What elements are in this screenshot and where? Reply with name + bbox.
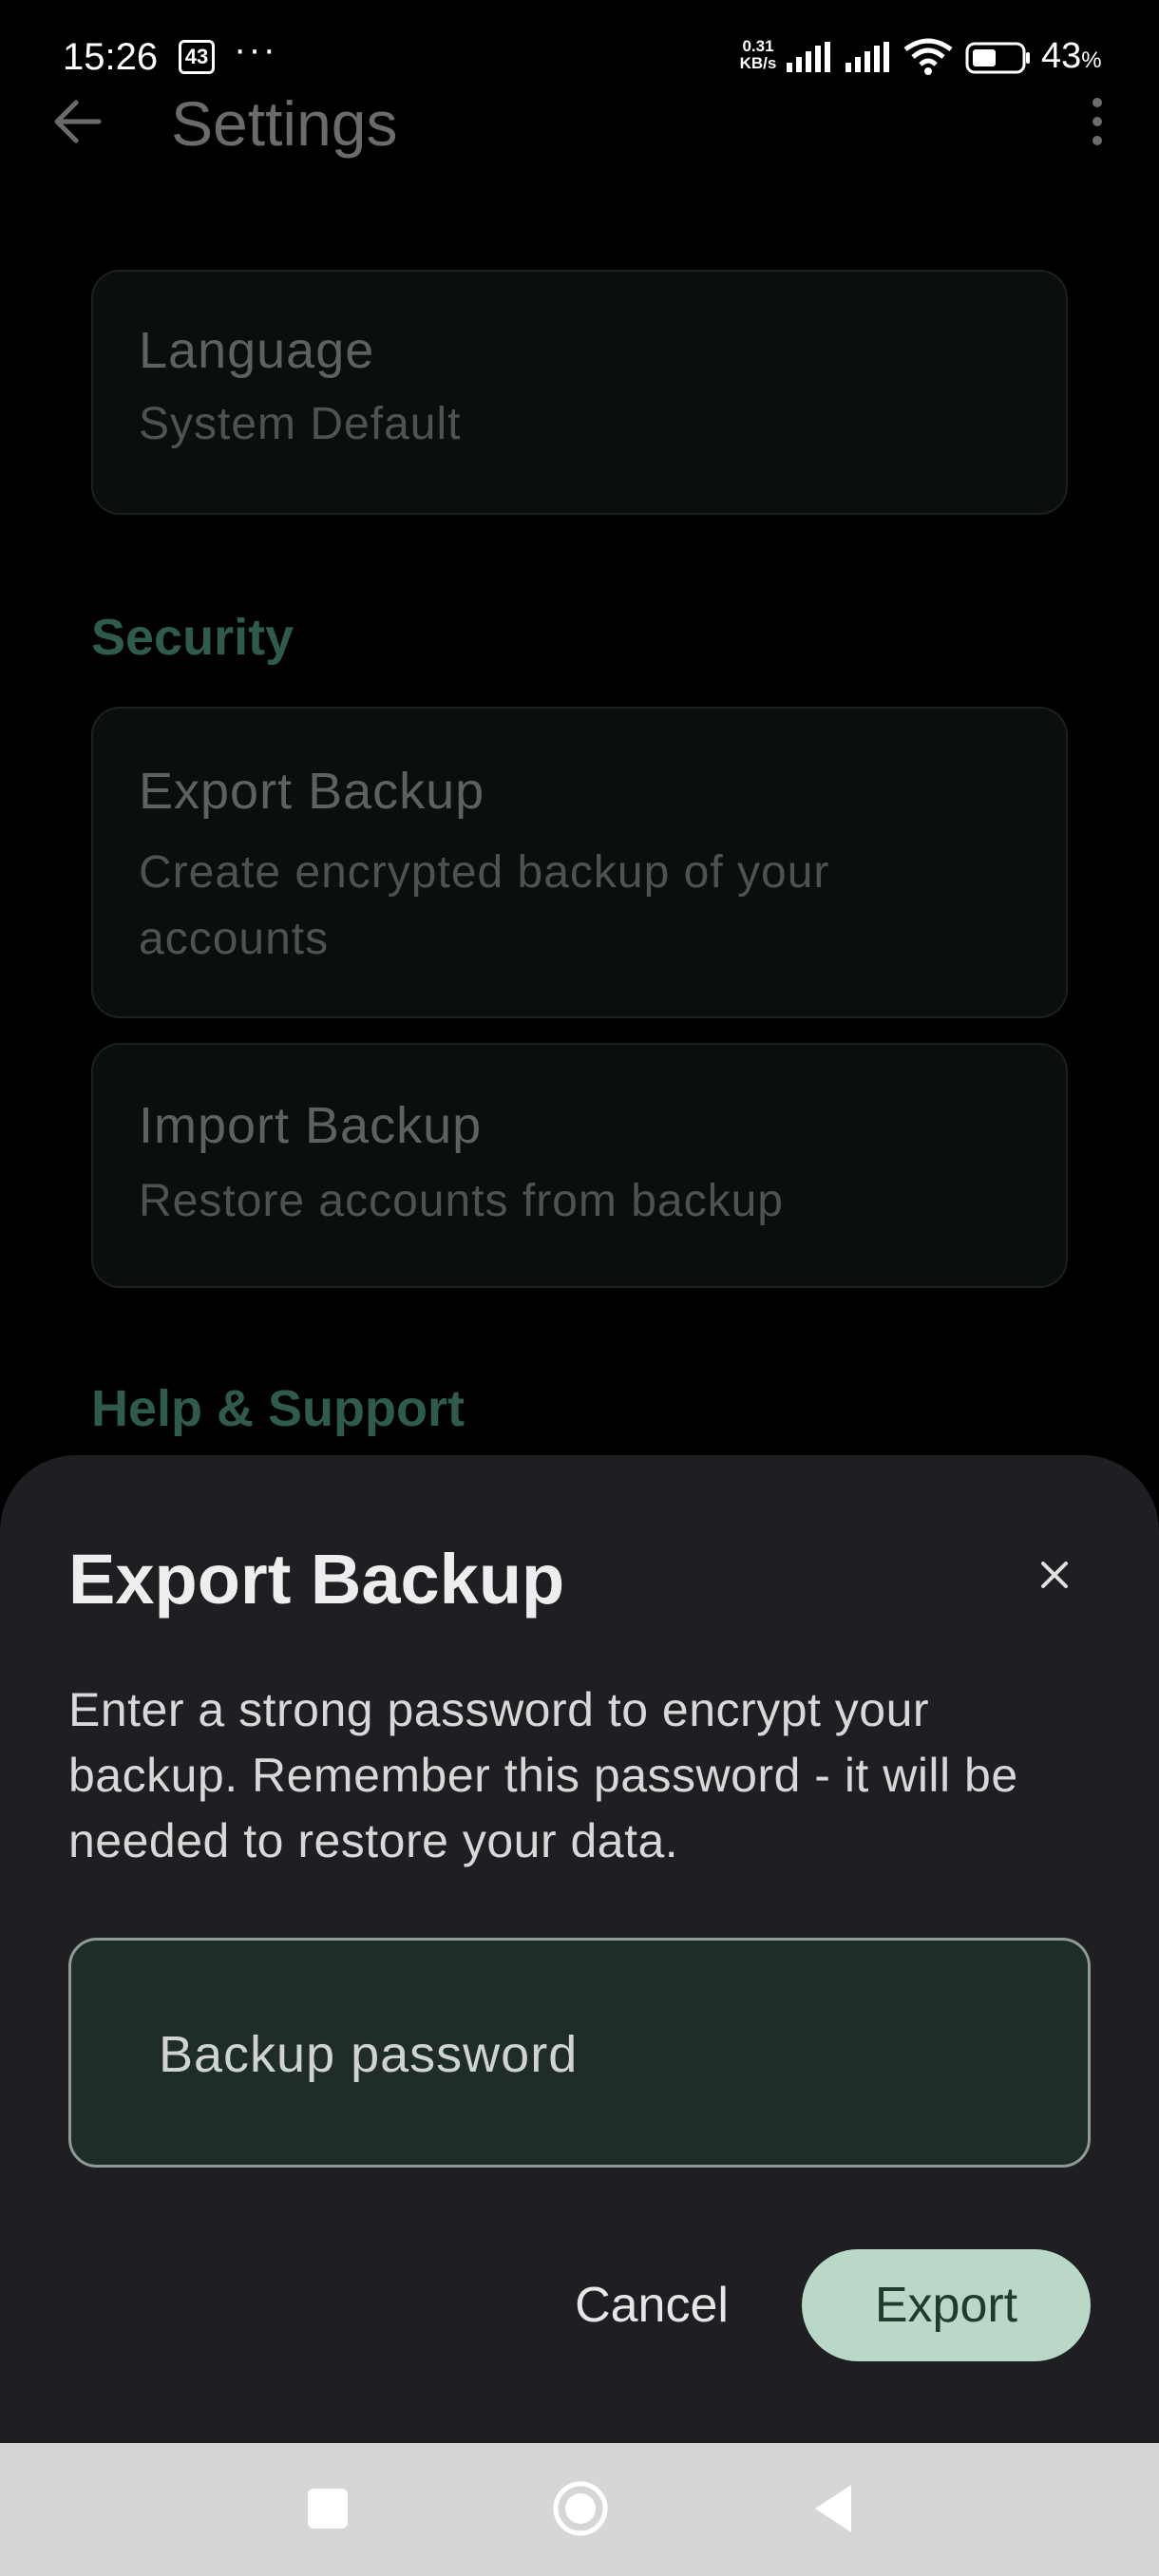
export-backup-title: Export Backup (139, 763, 485, 820)
help-support-section-header: Help & Support (91, 1380, 465, 1437)
security-section-header: Security (91, 609, 294, 666)
password-field[interactable] (68, 1938, 1091, 2168)
language-value: System Default (139, 399, 462, 449)
back-triangle-icon[interactable] (809, 2481, 855, 2536)
recents-icon[interactable] (308, 2489, 348, 2529)
dialog-description: Enter a strong password to encrypt your … (68, 1683, 1018, 1867)
backup-password-input[interactable] (159, 2007, 1014, 2102)
import-backup-subtitle: Restore accounts from backup (139, 1176, 784, 1226)
dialog-title: Export Backup (68, 1540, 565, 1619)
arrow-left-icon[interactable] (48, 91, 108, 152)
language-setting[interactable]: Language System Default (91, 270, 1068, 515)
language-title: Language (139, 322, 375, 379)
page-title: Settings (171, 88, 398, 159)
import-backup-title: Import Backup (139, 1097, 483, 1154)
screen: 15:26 43 ··· 0.31 KB/s 43% Settings Lang… (0, 0, 1159, 2576)
import-backup-setting[interactable]: Import Backup Restore accounts from back… (91, 1043, 1068, 1288)
export-backup-setting[interactable]: Export Backup Create encrypted backup of… (91, 707, 1068, 1018)
close-icon[interactable] (1026, 1546, 1083, 1603)
export-backup-subtitle: Create encrypted backup of your accounts (139, 847, 830, 964)
export-button[interactable]: Export (802, 2249, 1091, 2361)
settings-page: Settings Language System Default Securit… (0, 0, 1159, 1463)
export-backup-sheet: Export Backup Enter a strong password to… (0, 1455, 1159, 2443)
more-vert-icon[interactable] (1074, 91, 1121, 152)
home-icon[interactable] (551, 2479, 610, 2538)
cancel-button[interactable]: Cancel (547, 2249, 756, 2361)
navigation-bar (0, 2443, 1159, 2576)
